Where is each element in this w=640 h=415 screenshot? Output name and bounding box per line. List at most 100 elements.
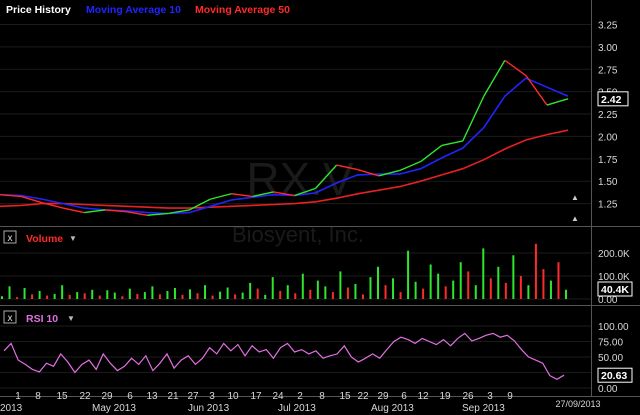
volume-plot-area (1, 243, 567, 299)
volume-bar (196, 293, 199, 299)
volume-bar (549, 280, 552, 299)
x-month-label: Jul 2013 (278, 403, 316, 414)
x-tick-label: 9 (507, 391, 513, 402)
volume-bar (16, 297, 19, 299)
volume-bar (489, 278, 492, 299)
x-tick-label: 19 (439, 391, 451, 402)
x-tick-label: 15 (339, 391, 351, 402)
x-tick-label: 8 (35, 391, 41, 402)
x-tick-label: 12 (417, 391, 429, 402)
volume-bar (91, 289, 94, 299)
price-y-tick-label: 1.75 (598, 155, 618, 166)
volume-bar (316, 280, 319, 299)
volume-bar (271, 277, 274, 299)
volume-bar (226, 287, 229, 299)
volume-bar (211, 295, 214, 299)
volume-bar (151, 286, 154, 299)
volume-bar (437, 273, 440, 299)
scroll-up-icon[interactable]: ▲ (571, 193, 579, 202)
legend-price-history[interactable]: Price History (6, 4, 71, 16)
price-history-segment (546, 98, 569, 106)
x-tick-label: 13 (146, 391, 158, 402)
volume-bar (1, 296, 3, 299)
volume-bar (354, 284, 357, 299)
x-month-label: Aug 2013 (371, 403, 414, 414)
volume-bar (234, 294, 237, 299)
rsi-y-tick-label: 50.00 (598, 353, 623, 364)
volume-bar (452, 280, 455, 299)
x-tick-label: 29 (377, 391, 389, 402)
volume-bar (407, 250, 410, 299)
x-tick-label: 27 (187, 391, 199, 402)
volume-bar (8, 286, 11, 299)
volume-bar (31, 294, 34, 299)
x-tick-label: 10 (227, 391, 239, 402)
x-tick-label: 24 (272, 391, 284, 402)
volume-bar (527, 285, 530, 299)
volume-bar (166, 290, 169, 299)
price-history-segment (378, 169, 400, 177)
volume-bar (241, 292, 244, 299)
volume-bar (173, 287, 176, 299)
price-history-segment (147, 212, 169, 216)
volume-bar (61, 285, 64, 299)
x-tick-label: 21 (167, 391, 179, 402)
volume-bar (392, 278, 395, 299)
volume-close-icon[interactable]: x (8, 233, 13, 244)
volume-bar (38, 290, 41, 299)
x-month-label: 2013 (0, 403, 23, 414)
price-y-tick-label: 1.25 (598, 200, 618, 211)
price-y-tick-label: 2.00 (598, 132, 618, 143)
legend-ma-10[interactable]: Moving Average 10 (86, 4, 181, 16)
volume-bar (53, 293, 56, 299)
volume-bar (346, 287, 349, 299)
volume-bar (361, 294, 364, 299)
scroll-up-icon-2[interactable]: ▲ (571, 214, 579, 223)
volume-bar (189, 289, 191, 299)
volume-bar (422, 288, 425, 299)
volume-bar (429, 264, 432, 299)
volume-bar (143, 292, 146, 299)
volume-menu-icon[interactable]: ▼ (69, 234, 77, 243)
volume-bar (324, 286, 327, 299)
volume-bar (301, 273, 304, 299)
volume-bar (542, 269, 545, 299)
price-y-axis: 3.253.002.752.502.252.001.751.501.252.42 (597, 20, 629, 211)
rsi-y-tick-label: 75.00 (598, 338, 623, 349)
rsi-close-icon[interactable]: x (8, 313, 13, 324)
volume-y-tick-label: 0.00 (598, 295, 618, 306)
volume-gridlines (0, 252, 591, 300)
volume-y-tick-label: 100.0K (598, 272, 630, 283)
volume-bar (557, 262, 560, 299)
volume-bar (467, 271, 470, 299)
rsi-y-axis: 100.0075.0050.0025.000.0020.63 (597, 322, 633, 395)
x-tick-label: 29 (101, 391, 113, 402)
x-tick-label: 22 (357, 391, 369, 402)
volume-bar (482, 248, 485, 299)
price-history-segment (525, 75, 548, 106)
volume-bar (504, 282, 507, 299)
x-tick-label: 15 (56, 391, 68, 402)
price-history-segment (210, 193, 232, 200)
rsi-header: x RSI 10 ▼ (3, 310, 75, 325)
volume-bar (474, 285, 477, 299)
rsi-menu-icon[interactable]: ▼ (67, 314, 75, 323)
volume-bar (279, 290, 282, 299)
volume-bar (331, 292, 334, 299)
price-legend[interactable]: Price History Moving Average 10 Moving A… (6, 4, 290, 16)
legend-ma-50[interactable]: Moving Average 50 (195, 4, 290, 16)
volume-bar (98, 295, 101, 299)
volume-y-tick-label: 200.0K (598, 249, 630, 260)
x-tick-label: 8 (319, 391, 325, 402)
price-history-segment (62, 207, 85, 214)
price-y-tick-label: 1.50 (598, 177, 618, 188)
volume-bar (83, 293, 86, 299)
volume-bar (121, 296, 124, 299)
volume-bar (519, 276, 522, 299)
rsi-last-value: 20.63 (601, 370, 627, 382)
x-tick-label: 2 (297, 391, 303, 402)
x-month-label: May 2013 (92, 403, 136, 414)
x-tick-label: 6 (127, 391, 133, 402)
rsi-y-tick-label: 0.00 (598, 384, 618, 395)
volume-bar (534, 243, 537, 299)
